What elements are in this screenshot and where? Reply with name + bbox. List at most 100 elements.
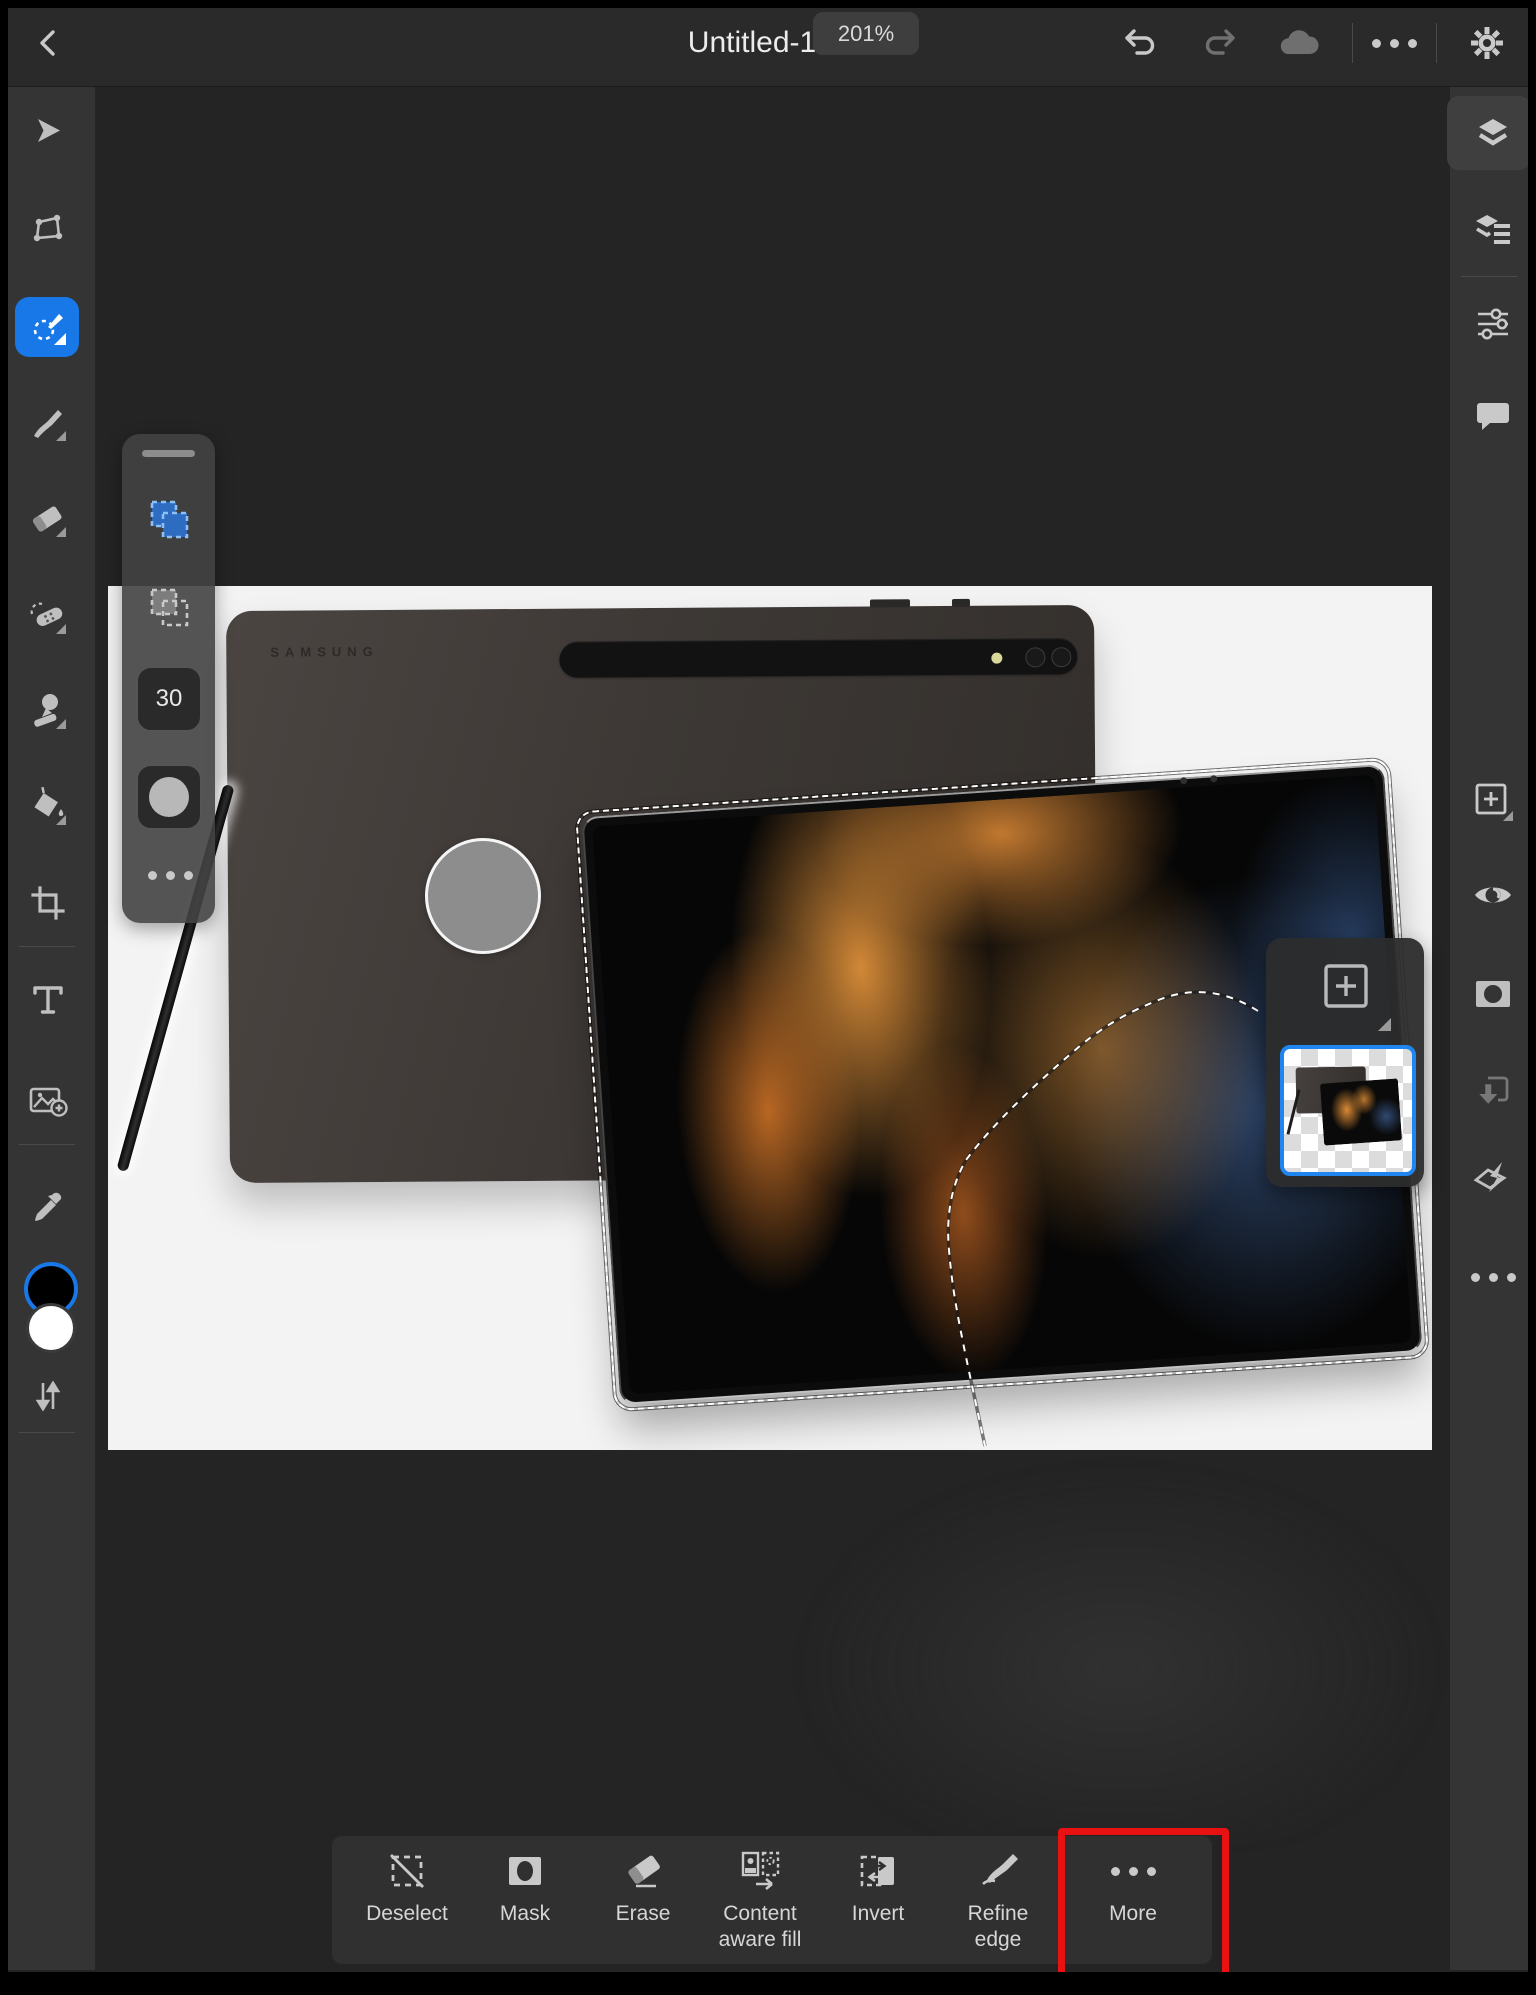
add-layer-button[interactable] (1450, 767, 1536, 835)
annotation-highlight-rectangle (1058, 1828, 1229, 1979)
action-label: Invert (851, 1902, 905, 1925)
refine-edge-button[interactable]: Refine edge (943, 1850, 1053, 1954)
topbar-divider (1352, 23, 1353, 63)
brush-tool[interactable] (0, 390, 95, 458)
screenshot-frame (1528, 0, 1536, 1995)
subtract-selection-icon (150, 588, 189, 627)
deselect-icon (390, 1854, 424, 1888)
screenshot-frame (0, 0, 1536, 8)
layers-flyout-panel (1266, 938, 1424, 1187)
redo-button[interactable] (1192, 0, 1248, 86)
screenshot-frame (0, 0, 8, 1995)
zoom-level-badge[interactable]: 201% (813, 12, 919, 55)
brush-size-button[interactable]: 30 (137, 667, 201, 731)
document-canvas[interactable]: SAMSUNG (108, 586, 1432, 1450)
swap-colors-button[interactable] (0, 1362, 95, 1430)
mask-icon (509, 1857, 541, 1885)
toolbar-divider (19, 1432, 75, 1433)
invert-button[interactable]: Invert (823, 1850, 933, 1927)
more-options-button[interactable] (1366, 0, 1422, 86)
document-title[interactable]: Untitled-1 (688, 26, 816, 60)
cloud-sync-button[interactable] (1270, 0, 1326, 86)
clip-layer-button[interactable] (1450, 1058, 1536, 1126)
layers-icon (1478, 119, 1508, 146)
transform-quad-icon (33, 214, 62, 242)
action-label: Refine edge (967, 1902, 1029, 1952)
undo-icon (1125, 29, 1155, 55)
swap-arrows-icon (35, 1380, 60, 1412)
clip-layer-icon (1479, 1076, 1509, 1104)
more-tool-options-button[interactable] (148, 871, 193, 880)
camera-bar (559, 638, 1078, 678)
type-icon (32, 986, 63, 1014)
chevron-left-icon (40, 30, 55, 56)
type-tool[interactable] (0, 966, 95, 1034)
layer-properties-button[interactable] (1450, 195, 1536, 263)
crop-icon (30, 886, 65, 920)
layer-properties-icon (1476, 215, 1510, 244)
content-aware-fill-button[interactable]: Content aware fill (695, 1850, 825, 1954)
erase-button[interactable]: Erase (588, 1850, 698, 1927)
zoom-level-value: 201% (837, 20, 895, 46)
camera-lens (1025, 647, 1046, 668)
action-label: Mask (499, 1902, 551, 1925)
place-image-tool[interactable] (0, 1067, 95, 1135)
layer-fx-icon (1473, 1162, 1507, 1192)
action-label: Erase (615, 1902, 671, 1925)
layers-panel-button[interactable] (1450, 99, 1536, 167)
selection-brush-icon (33, 314, 66, 345)
layer-mask-button[interactable] (1450, 960, 1536, 1028)
deselect-button[interactable]: Deselect (352, 1850, 462, 1927)
add-selection-mode-button[interactable] (146, 496, 192, 542)
crop-tool[interactable] (0, 869, 95, 937)
mask-button[interactable]: Mask (470, 1850, 580, 1927)
adjustments-button[interactable] (1450, 290, 1536, 358)
redo-icon (1205, 29, 1235, 55)
comments-button[interactable] (1450, 382, 1536, 450)
flash-dot (991, 652, 1003, 664)
drag-handle[interactable] (142, 450, 195, 457)
selection-brush-tool[interactable] (0, 293, 95, 361)
brush-cursor (425, 838, 541, 954)
background-color-chip[interactable] (26, 1303, 76, 1353)
add-layer-button[interactable] (1322, 962, 1370, 1010)
camera-lens (1051, 647, 1072, 668)
layer-effects-button[interactable] (1450, 1146, 1536, 1214)
healing-brush-tool[interactable] (0, 582, 95, 650)
ghost-preview-artifact (800, 1470, 1440, 1830)
back-button[interactable] (24, 0, 72, 86)
gear-icon (1471, 27, 1503, 59)
clone-stamp-tool[interactable] (0, 677, 95, 745)
ellipsis-icon (148, 871, 193, 880)
topbar-divider (1436, 23, 1437, 63)
toolbar-divider (19, 1144, 75, 1145)
top-bar: Untitled-1 201% (0, 0, 1536, 87)
tool-options-panel: 30 (122, 434, 215, 923)
layer-visibility-button[interactable] (1450, 861, 1536, 929)
eyedropper-icon (34, 1192, 61, 1221)
subtract-selection-mode-button[interactable] (146, 584, 192, 630)
expand-corner-icon[interactable] (1378, 1018, 1391, 1031)
settings-button[interactable] (1458, 0, 1516, 86)
bandage-icon (30, 602, 66, 634)
fill-tool[interactable] (0, 773, 95, 841)
undo-button[interactable] (1112, 0, 1168, 86)
eraser-tool[interactable] (0, 486, 95, 554)
move-tool[interactable] (0, 97, 95, 165)
tablet-power-button (869, 599, 911, 608)
brush-hardness-button[interactable] (137, 765, 201, 829)
samsung-logo: SAMSUNG (270, 643, 379, 660)
tablet-volume-button (951, 598, 971, 607)
invert-selection-icon (860, 1855, 894, 1887)
cloud-icon (1280, 30, 1319, 54)
more-layer-options-button[interactable] (1450, 1243, 1536, 1311)
add-layer-icon (1475, 783, 1513, 821)
add-image-icon (29, 1087, 68, 1117)
add-layer-icon (1324, 964, 1368, 1008)
eyedropper-tool[interactable] (0, 1174, 95, 1242)
transform-tool[interactable] (0, 195, 95, 263)
paint-bucket-icon (33, 787, 66, 825)
layer-thumbnail[interactable] (1280, 1045, 1416, 1176)
thumbnail-front-tablet (1319, 1078, 1403, 1146)
eraser-icon (32, 506, 66, 537)
